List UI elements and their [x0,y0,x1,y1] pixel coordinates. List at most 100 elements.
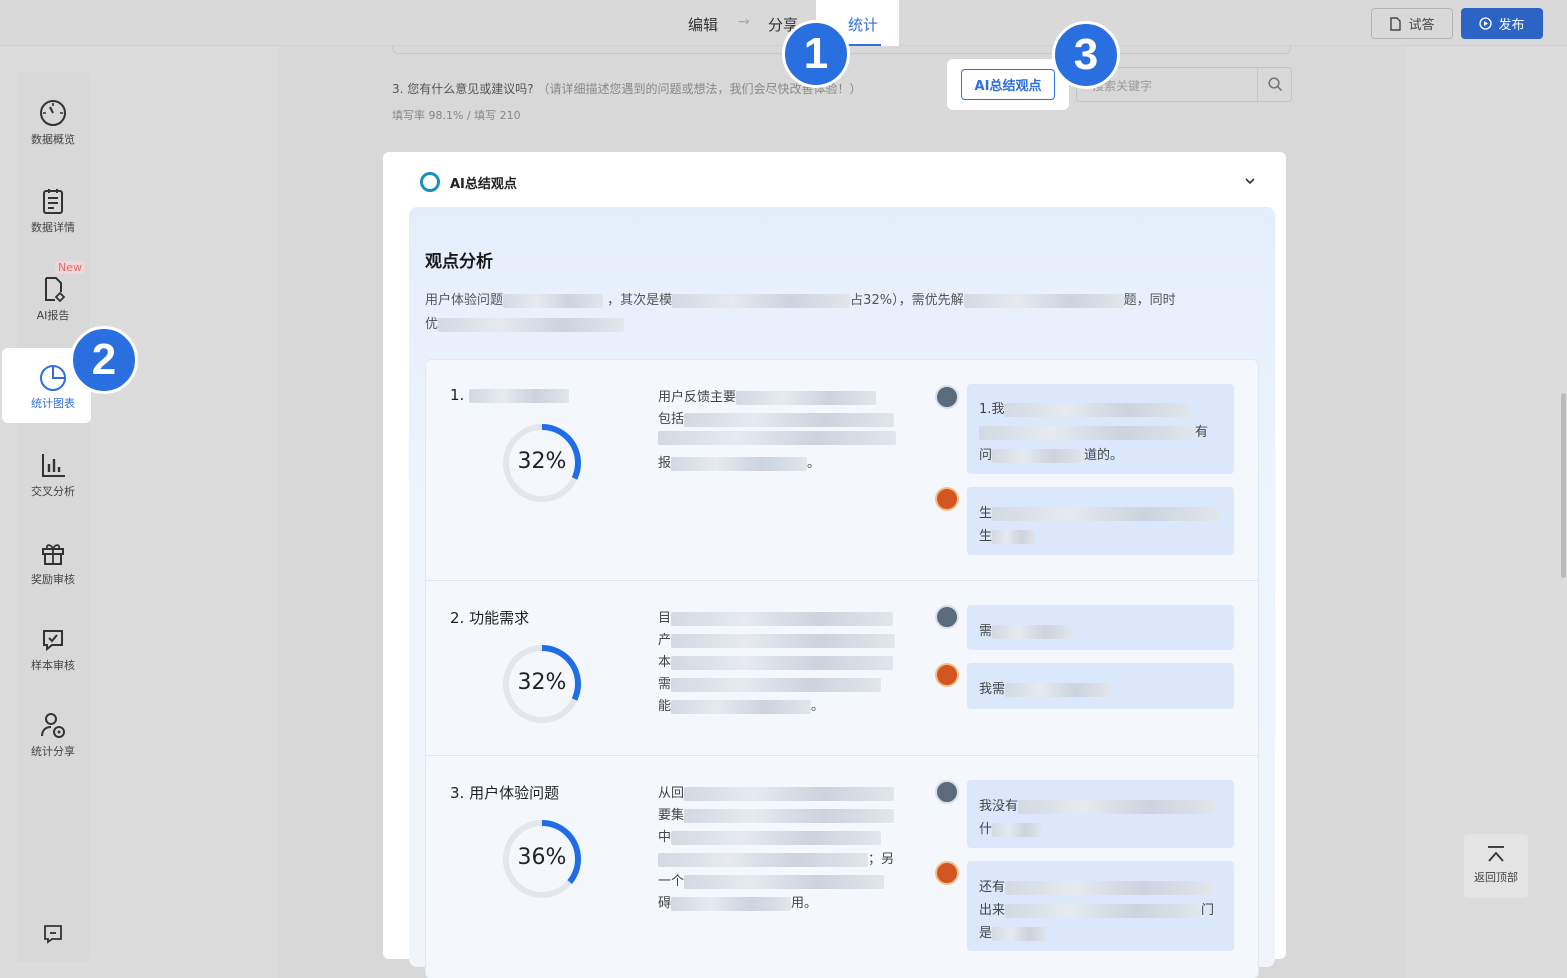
chevron-down-icon[interactable] [1244,175,1256,187]
quote-text: 是 [979,926,993,941]
redacted-text [672,293,851,308]
back-to-top-button[interactable]: 返回顶部 [1464,834,1528,898]
summary-text: ，其次是模 [607,293,673,308]
sidebar-item-label: 样本审核 [31,659,75,672]
quote-line: 我需 [979,678,1112,697]
sidebar-item-details[interactable]: 数据详情 [17,186,89,235]
sidebar-item-label: AI报告 [36,309,70,322]
publish-button[interactable]: 发布 [1461,8,1543,39]
desc-text: 碍 [658,896,672,911]
sidebar-item-label: 交叉分析 [31,485,75,498]
redacted-text [671,699,812,714]
try-answer-label: 试答 [1408,18,1435,33]
quote-text: 需 [979,624,993,639]
ai-summary-button[interactable]: AI总结观点 [961,69,1055,100]
quote-line: 是 [979,922,1049,941]
sidebar-item-label: 统计图表 [31,397,75,410]
avatar [935,385,959,409]
play-circle-icon [1479,17,1493,30]
analysis-title: 观点分析 [425,252,493,272]
avatar [935,605,959,629]
viewpoint-desc-line: 本 [658,651,894,670]
redacted-text [1005,903,1202,918]
quote-text: 什 [979,822,993,837]
row-divider [426,755,1258,756]
viewpoint-desc-line: 包括 [658,408,895,427]
clipboard-icon [43,189,63,214]
sidebar-item-label: 奖励审核 [31,573,75,586]
viewpoint-desc-line: ；另 [658,848,894,867]
desc-text: 产 [658,633,672,648]
quote-text: 1.我 [979,402,1005,417]
scrollbar[interactable] [1561,393,1566,578]
viewpoint-desc-line: 目 [658,607,894,626]
check-message-icon [43,630,63,652]
document-icon [1390,16,1402,31]
viewpoint-3-percent: 36% [517,845,567,870]
redacted-text [658,852,868,867]
viewpoint-2-title: 2. 功能需求 [450,609,530,627]
redacted-text [671,830,882,845]
sidebar-item-label: 数据详情 [31,221,75,234]
quote-line: 生 [979,525,1037,544]
desc-text: 本 [658,655,672,670]
desc-text: 中 [658,830,672,845]
viewpoint-3-title: 3. 用户体验问题 [450,784,560,802]
viewpoint-desc-line: 碍用。 [658,896,818,911]
sidebar-item-sample-review[interactable]: 样本审核 [17,624,89,673]
tab-edit[interactable]: 编辑 [688,14,718,35]
redacted-text [963,293,1124,308]
redacted-text [469,388,570,403]
quote-line: 问 道的。 [979,444,1123,463]
redacted-text [992,529,1037,544]
tab-stats[interactable]: 统计 [848,14,878,35]
quote-line: 什 [979,818,1043,837]
feedback-button[interactable] [17,922,89,949]
step-marker-3: 3 [1052,21,1120,89]
sidebar-item-cross-analysis[interactable]: 交叉分析 [17,450,89,499]
viewpoint-desc-line: 中 [658,826,882,845]
viewpoint-2-percent: 32% [517,670,567,695]
desc-text: 从回 [658,786,685,801]
analysis-summary-line-2: 优 [425,313,625,332]
user-share-icon [41,713,65,738]
fill-rate: 填写率 98.1% / 填写 210 [392,109,521,122]
redacted-text [438,317,625,332]
redacted-text [992,926,1049,941]
redacted-text [671,896,792,911]
quote-text: 问 [979,448,993,463]
desc-text: 要集 [658,808,685,823]
search-icon [1267,77,1282,92]
desc-text: 目 [658,611,672,626]
file-ai-icon [45,277,66,303]
quote-text: 我没有 [979,799,1019,814]
publish-label: 发布 [1498,18,1525,33]
redacted-text [684,412,895,427]
redacted-text [1005,880,1214,895]
redacted-text [684,808,895,823]
sidebar-item-reward-review[interactable]: 奖励审核 [17,538,89,587]
quote-text: 生 [979,529,993,544]
quote-text: 出来 [979,903,1006,918]
viewpoint-desc-line: 一个 [658,870,885,889]
redacted-text [671,611,894,626]
summary-text: 用户体验问题 [425,293,504,308]
quote-text: 我需 [979,682,1006,697]
sidebar-item-label: 统计分享 [31,745,75,758]
desc-text: 用户反馈主要 [658,390,737,405]
try-answer-button[interactable]: 试答 [1371,8,1453,39]
sidebar-item-ai-report[interactable]: AI报告 [17,274,89,323]
panel-header[interactable]: AI总结观点 [420,172,517,192]
sidebar-item-overview[interactable]: 数据概览 [17,98,89,147]
avatar [935,663,959,687]
sidebar-item-share-stats[interactable]: 统计分享 [17,710,89,759]
viewpoint-desc-line [658,430,896,445]
avatar [935,861,959,885]
redacted-text [992,448,1085,463]
viewpoint-1-title: 1. [450,386,570,404]
question-title: 3. 您有什么意见或建议吗? （请详细描述您遇到的问题或想法，我们会尽快改善体验… [392,80,861,97]
search-button[interactable] [1257,67,1292,102]
quote-text: 生 [979,506,993,521]
viewpoint-desc-line: 需 [658,673,882,692]
row-divider [426,580,1258,581]
